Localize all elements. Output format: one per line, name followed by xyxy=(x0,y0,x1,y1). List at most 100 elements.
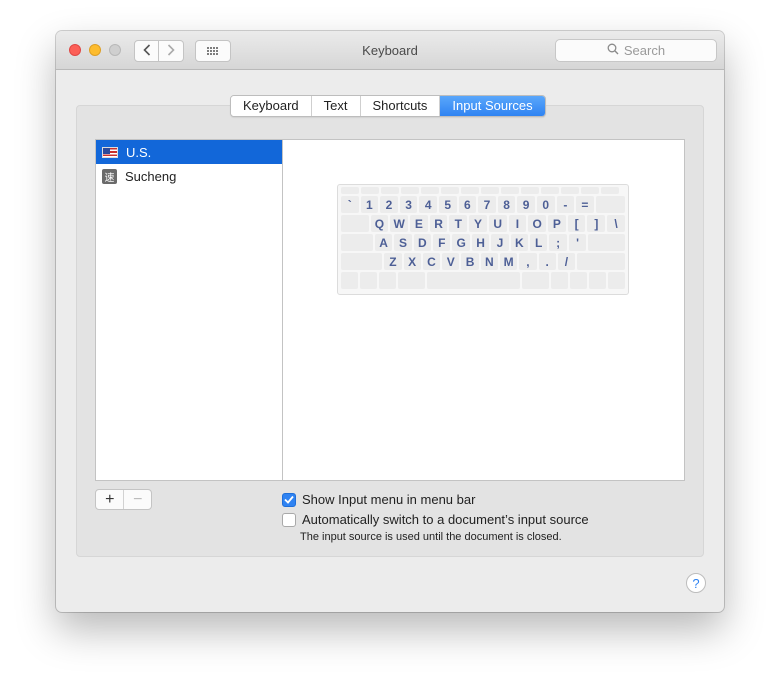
keyboard-key: K xyxy=(510,234,529,251)
keyboard-key: N xyxy=(480,253,498,270)
keyboard-key: ` xyxy=(341,196,359,213)
keyboard-modifier-key xyxy=(341,272,359,289)
auto-switch-note: The input source is used until the docum… xyxy=(300,531,562,543)
keyboard-key: S xyxy=(394,234,412,251)
keyboard-modifier-key xyxy=(607,272,625,289)
keyboard-key: F xyxy=(433,234,451,251)
keyboard-key: G xyxy=(452,234,470,251)
keyboard-key: , xyxy=(519,253,537,270)
keyboard-modifier-key xyxy=(550,272,568,289)
keyboard-preferences-window: Keyboard Search Keyboard Text Shortcuts … xyxy=(56,31,724,612)
keyboard-key: ; xyxy=(549,234,567,251)
keyboard-key: 0 xyxy=(536,196,555,213)
titlebar: Keyboard Search xyxy=(56,31,724,70)
add-remove-control: + − xyxy=(95,489,152,510)
keyboard-key: Q xyxy=(370,215,389,232)
keyboard-function-key xyxy=(461,187,479,194)
show-input-menu-checkbox[interactable] xyxy=(282,492,296,507)
keyboard-modifier-key xyxy=(341,234,373,251)
keyboard-key: [ xyxy=(567,215,586,232)
keyboard-key: 1 xyxy=(360,196,379,213)
keyboard-function-key xyxy=(401,187,419,194)
keyboard-key: 2 xyxy=(380,196,398,213)
keyboard-modifier-key xyxy=(379,272,397,289)
keyboard-key: D xyxy=(413,234,432,251)
keyboard-function-key xyxy=(361,187,379,194)
keyboard-key: X xyxy=(403,253,421,270)
keyboard-modifier-key xyxy=(398,272,425,289)
keyboard-key: 5 xyxy=(438,196,457,213)
keyboard-key: L xyxy=(530,234,548,251)
keyboard-modifier-key xyxy=(360,272,378,289)
tab-text[interactable]: Text xyxy=(311,96,361,116)
list-item-us[interactable]: U.S. xyxy=(96,140,283,164)
keyboard-key: 9 xyxy=(517,196,535,213)
auto-switch-option[interactable]: Automatically switch to a document’s inp… xyxy=(282,512,589,527)
list-item-sucheng[interactable]: 速 Sucheng xyxy=(96,164,283,188)
keyboard-modifier-key xyxy=(595,196,626,213)
keyboard-key: T xyxy=(449,215,468,232)
keyboard-function-key xyxy=(341,187,359,194)
keyboard-key: H xyxy=(471,234,490,251)
keyboard-modifier-key xyxy=(588,234,625,251)
keyboard-row: ` 1 2 3 4 5 6 7 8 9 0- = xyxy=(341,196,626,213)
keyboard-key: V xyxy=(442,253,460,270)
keyboard-key: \ xyxy=(607,215,625,232)
keyboard-modifier-key xyxy=(341,253,383,270)
search-field[interactable]: Search xyxy=(555,39,717,62)
keyboard-modifier-key xyxy=(588,272,606,289)
tab-bar: Keyboard Text Shortcuts Input Sources xyxy=(230,95,546,117)
add-button[interactable]: + xyxy=(96,490,123,509)
search-icon xyxy=(607,43,619,58)
keyboard-key: - xyxy=(556,196,575,213)
keyboard-function-key xyxy=(521,187,539,194)
keyboard-key: M xyxy=(499,253,518,270)
keyboard-key: E xyxy=(410,215,428,232)
auto-switch-label: Automatically switch to a document’s inp… xyxy=(302,512,589,527)
keyboard-function-row xyxy=(341,187,625,194)
tab-input-sources[interactable]: Input Sources xyxy=(440,96,545,116)
keyboard-key: P xyxy=(548,215,566,232)
keyboard-key: 6 xyxy=(458,196,477,213)
keyboard-key: 3 xyxy=(399,196,418,213)
keyboard-key: = xyxy=(576,196,594,213)
keyboard-modifier-key xyxy=(569,272,587,289)
sucheng-icon: 速 xyxy=(102,168,117,184)
keyboard-function-key xyxy=(561,187,579,194)
keyboard-key: Y xyxy=(469,215,487,232)
keyboard-key: W xyxy=(390,215,409,232)
keyboard-key: ] xyxy=(587,215,606,232)
keyboard-key: 7 xyxy=(478,196,496,213)
keyboard-function-key xyxy=(601,187,619,194)
show-input-menu-option[interactable]: Show Input menu in menu bar xyxy=(282,492,475,507)
list-item-label: Sucheng xyxy=(125,168,177,184)
keyboard-modifier-key xyxy=(521,272,549,289)
keyboard-function-key xyxy=(541,187,559,194)
keyboard-key: O xyxy=(528,215,547,232)
tab-shortcuts[interactable]: Shortcuts xyxy=(360,96,441,116)
keyboard-key: R xyxy=(429,215,448,232)
keyboard-function-key xyxy=(481,187,499,194)
keyboard-key: B xyxy=(461,253,479,270)
auto-switch-checkbox[interactable] xyxy=(282,512,296,527)
keyboard-key: A xyxy=(374,234,393,251)
keyboard-preview-panel: ` 1 2 3 4 5 6 7 8 9 0- = Q W E R T Y U I O P[] \ A S D F G H J K L; ' Z X C… xyxy=(282,139,685,481)
keyboard-key: / xyxy=(557,253,576,270)
keyboard-layout-preview: ` 1 2 3 4 5 6 7 8 9 0- = Q W E R T Y U I O P[] \ A S D F G H J K L; ' Z X C… xyxy=(337,184,629,295)
keyboard-function-key xyxy=(381,187,399,194)
keyboard-key: 8 xyxy=(497,196,516,213)
keyboard-key: J xyxy=(491,234,509,251)
keyboard-row: A S D F G H J K L; ' xyxy=(341,234,625,251)
us-flag-icon xyxy=(102,146,118,158)
input-source-list: U.S. 速 Sucheng xyxy=(95,139,283,481)
keyboard-key: I xyxy=(508,215,527,232)
show-input-menu-label: Show Input menu in menu bar xyxy=(302,492,476,507)
help-button[interactable]: ? xyxy=(686,573,706,593)
remove-button[interactable]: − xyxy=(123,490,151,509)
keyboard-key: C xyxy=(422,253,441,270)
tab-keyboard[interactable]: Keyboard xyxy=(231,96,312,116)
keyboard-function-key xyxy=(421,187,439,194)
keyboard-function-key xyxy=(441,187,459,194)
keyboard-key: 4 xyxy=(419,196,437,213)
search-placeholder: Search xyxy=(623,43,666,58)
